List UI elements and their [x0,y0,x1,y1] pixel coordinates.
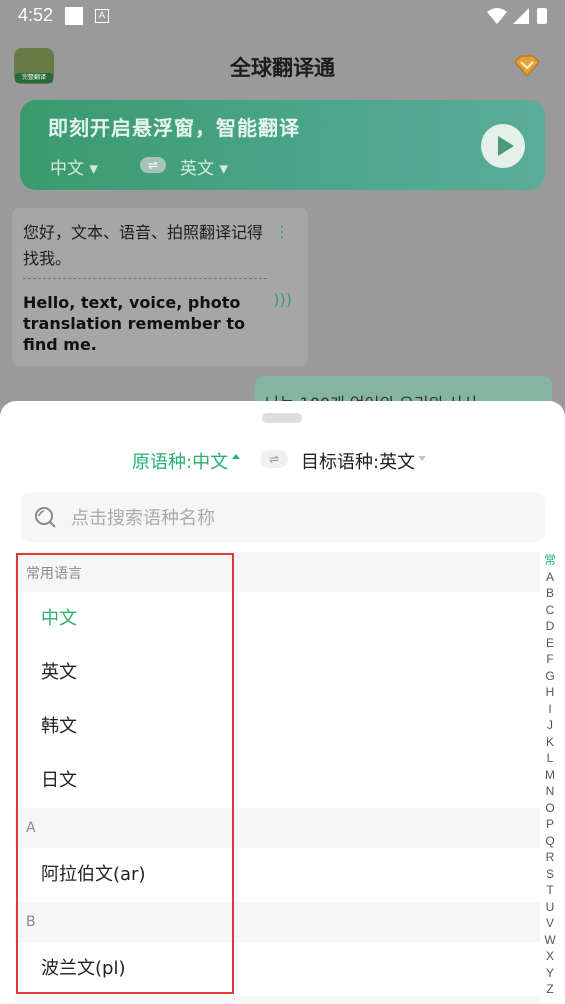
index-letter[interactable]: O [540,800,560,817]
banner-target-language[interactable]: 英文 ▾ [180,154,228,179]
banner-headline: 即刻开启悬浮窗，智能翻译 [48,116,300,140]
language-item-english[interactable]: 英文 [15,646,540,700]
drag-handle[interactable] [262,413,302,423]
index-letter[interactable]: P [540,816,560,833]
source-language-tab[interactable]: 原语种:中文 [132,448,228,474]
language-item-japanese[interactable]: 日文 [15,754,540,808]
section-header-common: 常用语言 [15,552,540,592]
search-icon [35,507,56,528]
app-bar: 完整翻译 全球翻译通 [0,36,565,96]
language-item-polish[interactable]: 波兰文(pl) [15,942,540,996]
index-letter[interactable]: K [540,734,560,751]
status-time: 4:52 [18,5,54,25]
divider [23,278,267,279]
index-letter[interactable]: Y [540,965,560,982]
language-item-chinese[interactable]: 中文 [15,592,540,646]
section-header-a: A [15,808,540,848]
banner-swap-icon[interactable]: ⇌ [140,157,166,173]
index-letter[interactable]: Z [540,981,560,998]
index-letter[interactable]: R [540,849,560,866]
index-letter[interactable]: J [540,717,560,734]
floating-window-banner[interactable]: 即刻开启悬浮窗，智能翻译 中文 ▾ ⇌ 英文 ▾ [20,100,545,190]
caret-down-icon [418,456,426,461]
index-letter[interactable]: T [540,882,560,899]
index-letter[interactable]: W [540,932,560,949]
vip-diamond-icon[interactable] [513,54,541,78]
caret-up-icon [232,454,240,459]
page-title: 全球翻译通 [230,56,335,80]
index-letter[interactable]: L [540,750,560,767]
language-list[interactable]: 常用语言 中文 英文 韩文 日文 A 阿拉伯文(ar) B 波兰文(pl) [15,552,540,1004]
index-letter[interactable]: D [540,618,560,635]
index-letter[interactable]: E [540,635,560,652]
index-letter[interactable]: G [540,668,560,685]
translation-card: 您好，文本、语音、拍照翻译记得找我。 ⋮ Hello, text, voice,… [12,208,308,366]
language-selector-row: 原语种:中文 ⇌ 目标语种:英文 [0,445,565,475]
speaker-icon[interactable]: ))) [273,290,292,309]
translated-text: Hello, text, voice, photo translation re… [23,293,245,354]
index-letter[interactable]: A [540,569,560,586]
status-icons [487,8,547,24]
more-options-icon[interactable]: ⋮ [274,222,290,241]
index-letter[interactable]: F [540,651,560,668]
index-letter[interactable]: B [540,585,560,602]
search-bar[interactable] [21,492,545,544]
notification-icon [65,7,83,25]
language-picker-sheet: 原语种:中文 ⇌ 目标语种:英文 常用语言 中文 英文 韩文 日文 A 阿拉伯文… [0,401,565,1004]
language-item-arabic[interactable]: 阿拉伯文(ar) [15,848,540,902]
status-bar: 4:52 A [0,0,565,32]
index-letter[interactable]: C [540,602,560,619]
index-letter[interactable]: M [540,767,560,784]
language-item-korean[interactable]: 韩文 [15,700,540,754]
index-letter[interactable]: H [540,684,560,701]
index-letter[interactable]: S [540,866,560,883]
source-text: 您好，文本、语音、拍照翻译记得找我。 [23,223,264,268]
index-letter[interactable]: N [540,783,560,800]
index-letter[interactable]: Q [540,833,560,850]
alphabet-index[interactable]: 常 A B C D E F G H I J K L M N O P Q R S … [540,552,560,998]
keyboard-notification-icon: A [95,9,109,23]
index-letter[interactable]: U [540,899,560,916]
language-search-input[interactable] [69,492,533,544]
index-letter[interactable]: 常 [540,552,560,569]
index-letter[interactable]: X [540,948,560,965]
swap-languages-icon[interactable]: ⇌ [260,450,288,468]
section-header-b: B [15,902,540,942]
play-icon[interactable] [481,124,525,168]
index-letter[interactable]: V [540,915,560,932]
target-language-tab[interactable]: 目标语种:英文 [301,448,415,474]
index-letter[interactable]: I [540,701,560,718]
banner-source-language[interactable]: 中文 ▾ [50,154,98,179]
